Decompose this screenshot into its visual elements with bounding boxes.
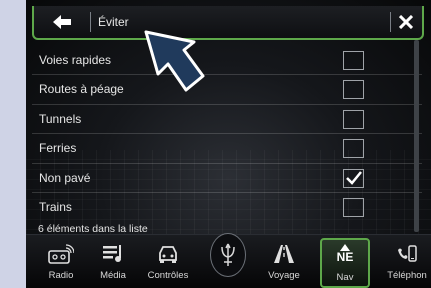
bottom-dock: Radio Média Contrôles Voyage NE Nav Télé… bbox=[26, 233, 431, 288]
checkbox[interactable] bbox=[343, 80, 364, 100]
dock-label: Radio bbox=[48, 270, 74, 281]
checkbox[interactable] bbox=[343, 139, 364, 159]
dock-label: Voyage bbox=[268, 270, 300, 281]
list-item[interactable]: Ferries bbox=[32, 134, 422, 164]
dock-label: Contrôles bbox=[147, 270, 189, 281]
scrollbar[interactable] bbox=[414, 40, 419, 232]
item-label: Ferries bbox=[39, 141, 77, 156]
list-item[interactable]: Routes à péage bbox=[32, 75, 422, 105]
list-item[interactable]: Non pavé bbox=[32, 164, 422, 193]
checkbox-checked[interactable] bbox=[343, 168, 364, 188]
item-label: Voies rapides bbox=[39, 53, 112, 67]
close-button[interactable] bbox=[390, 6, 422, 38]
list-item[interactable]: Voies rapides bbox=[32, 46, 422, 76]
close-icon bbox=[399, 15, 413, 29]
checkbox[interactable] bbox=[343, 109, 364, 129]
dock-media[interactable]: Média bbox=[84, 239, 142, 287]
compass-heading: NE bbox=[336, 250, 354, 264]
radio-icon bbox=[48, 244, 74, 264]
dock-controls[interactable]: Contrôles bbox=[139, 239, 197, 287]
dock-radio[interactable]: Radio bbox=[32, 239, 90, 287]
road-icon bbox=[274, 245, 294, 263]
phone-icon bbox=[398, 245, 417, 262]
list-item[interactable]: Tunnels bbox=[32, 105, 422, 135]
item-label: Routes à péage bbox=[39, 82, 124, 97]
home-logo-button[interactable] bbox=[210, 233, 246, 277]
back-button[interactable] bbox=[34, 6, 90, 38]
page-title: Éviter bbox=[98, 15, 129, 29]
dock-label: Média bbox=[100, 270, 126, 281]
item-label: Trains bbox=[39, 199, 72, 214]
item-label: Tunnels bbox=[39, 111, 82, 126]
header-bar: Éviter bbox=[32, 6, 424, 40]
avoid-options-list: Voies rapides Routes à péage Tunnels Fer… bbox=[32, 46, 422, 222]
list-item[interactable]: Trains bbox=[32, 193, 422, 222]
checkbox[interactable] bbox=[343, 197, 364, 217]
dock-label: Nav bbox=[336, 272, 354, 283]
car-controls-icon bbox=[159, 246, 177, 263]
left-margin-strip bbox=[0, 0, 26, 288]
dock-label: Téléphon bbox=[387, 270, 427, 281]
checkmark-icon bbox=[346, 170, 362, 185]
dock-phone[interactable]: Téléphon bbox=[378, 239, 431, 287]
infotainment-screen: Éviter Voies rapides Routes à péage Tunn… bbox=[26, 0, 431, 288]
checkbox[interactable] bbox=[343, 51, 364, 70]
media-icon bbox=[103, 245, 121, 262]
back-arrow-icon bbox=[53, 15, 71, 29]
trident-logo-icon bbox=[221, 243, 235, 266]
dock-nav[interactable]: NE Nav bbox=[320, 238, 370, 288]
item-label: Non pavé bbox=[39, 170, 91, 185]
pointer-arrow-icon bbox=[144, 30, 205, 92]
separator bbox=[90, 12, 91, 32]
dock-voyage[interactable]: Voyage bbox=[255, 239, 313, 287]
